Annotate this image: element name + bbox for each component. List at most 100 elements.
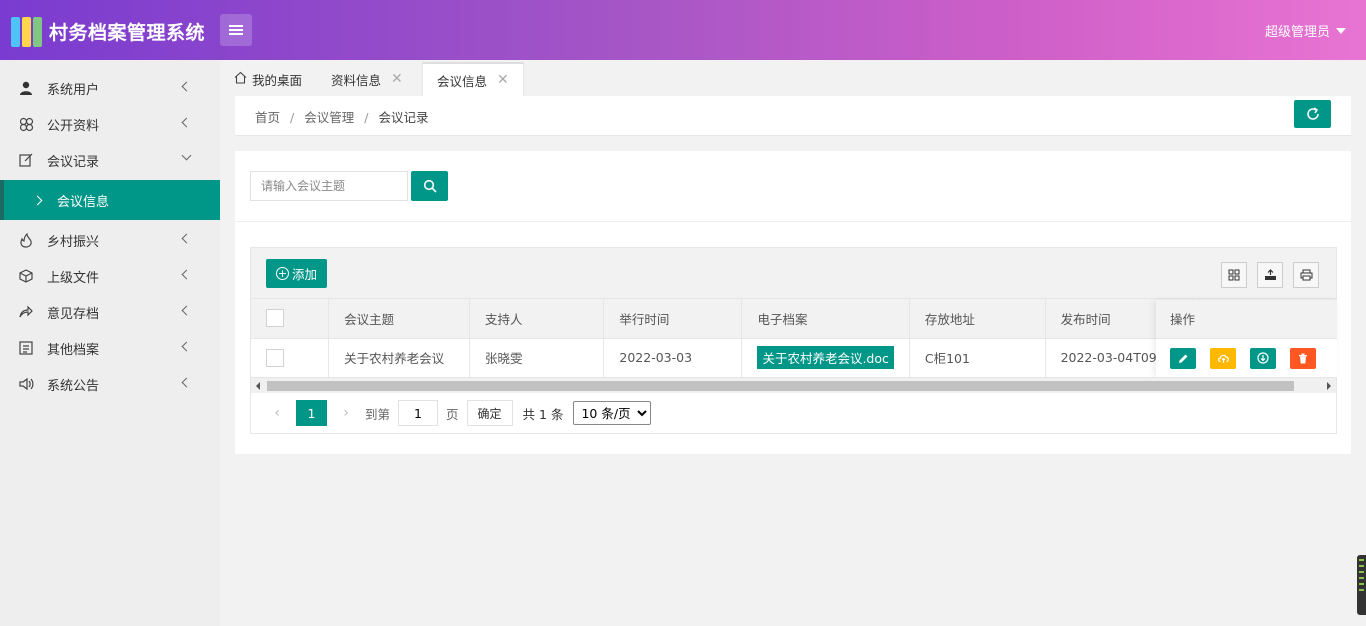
tab-bar: 我的桌面 资料信息 ✕ 会议信息 ✕ xyxy=(220,60,1366,96)
select-all-checkbox[interactable] xyxy=(266,309,284,328)
cell-location: C柜101 xyxy=(909,338,1046,378)
upload-button[interactable] xyxy=(1210,347,1236,369)
chevron-left-icon xyxy=(181,341,192,352)
add-button[interactable]: + 添加 xyxy=(266,259,328,288)
download-icon xyxy=(1257,352,1269,364)
plus-circle-icon: + xyxy=(276,267,289,280)
data-table: + 添加 会议主题 支持人 举行时间 电子档案 存放地址 发布时间 关于农村养老… xyxy=(250,247,1337,434)
sidebar-item-users[interactable]: 系统用户 xyxy=(0,70,220,106)
chevron-left-icon xyxy=(181,269,192,280)
sidebar-item-meeting-records[interactable]: 会议记录 xyxy=(0,142,220,178)
user-name: 超级管理员 xyxy=(1264,25,1330,40)
scroll-left-icon[interactable] xyxy=(256,382,260,390)
sidebar-item-label: 其他档案 xyxy=(47,342,100,358)
breadcrumb: 首页 / 会议管理 / 会议记录 xyxy=(255,110,429,125)
tab-my-desktop[interactable]: 我的桌面 xyxy=(234,62,302,96)
delete-button[interactable] xyxy=(1290,347,1316,369)
chevron-left-icon xyxy=(181,305,192,316)
table-toolbar: + 添加 xyxy=(251,248,1336,299)
tab-materials[interactable]: 资料信息 ✕ xyxy=(331,62,403,96)
sidebar-item-label: 系统公告 xyxy=(47,378,100,394)
sidebar-item-superior-files[interactable]: 上级文件 xyxy=(0,258,220,294)
caret-down-icon xyxy=(1336,27,1346,34)
trash-icon xyxy=(1299,353,1307,363)
chevron-left-icon xyxy=(181,81,192,92)
sidebar-item-label: 意见存档 xyxy=(47,306,100,322)
refresh-button[interactable] xyxy=(1294,100,1331,128)
breadcrumb-home[interactable]: 首页 xyxy=(255,110,280,125)
search-icon xyxy=(423,179,437,193)
search-row xyxy=(250,171,448,201)
edit-button[interactable] xyxy=(1170,347,1196,369)
sidebar-item-label: 系统用户 xyxy=(47,82,100,98)
main-card: + 添加 会议主题 支持人 举行时间 xyxy=(235,151,1351,454)
add-button-label: 添加 xyxy=(292,267,318,282)
sidebar-item-label: 上级文件 xyxy=(47,270,100,286)
operations-column: 操作 xyxy=(1156,300,1337,378)
file-link[interactable]: 关于农村养老会议.doc xyxy=(757,346,894,369)
share-icon xyxy=(18,304,34,320)
sidebar-item-label: 会议信息 xyxy=(57,194,110,210)
list-icon xyxy=(18,340,34,356)
column-header[interactable]: 举行时间 xyxy=(603,299,743,339)
search-input[interactable] xyxy=(250,171,408,201)
chevron-left-icon xyxy=(181,233,192,244)
download-button[interactable] xyxy=(1250,347,1276,369)
cell-date: 2022-03-03 xyxy=(603,338,743,378)
home-icon xyxy=(234,71,247,87)
next-page-icon[interactable]: › xyxy=(335,405,357,421)
edit-icon xyxy=(18,152,34,168)
clover-icon xyxy=(18,116,34,132)
user-menu[interactable]: 超级管理员 xyxy=(1265,21,1346,40)
search-button[interactable] xyxy=(411,171,448,201)
chevron-down-icon xyxy=(181,150,192,161)
menu-toggle-button[interactable] xyxy=(220,14,252,46)
row-checkbox[interactable] xyxy=(266,348,284,367)
total-count: 共 1 条 xyxy=(522,406,564,422)
pencil-icon xyxy=(1178,354,1187,363)
sidebar-item-rural-revival[interactable]: 乡村振兴 xyxy=(0,222,220,258)
breadcrumb-meeting-mgmt[interactable]: 会议管理 xyxy=(304,110,354,125)
columns-filter-button[interactable] xyxy=(1221,262,1247,288)
goto-label: 到第 xyxy=(365,406,391,422)
refresh-icon xyxy=(1306,107,1319,120)
app-title: 村务档案管理系统 xyxy=(49,21,206,44)
print-icon xyxy=(1300,269,1312,281)
sidebar-item-opinions[interactable]: 意见存档 xyxy=(0,294,220,330)
user-icon xyxy=(18,80,34,96)
sidebar-item-public-docs[interactable]: 公开资料 xyxy=(0,106,220,142)
tab-label: 资料信息 xyxy=(331,72,382,88)
horizontal-scrollbar[interactable] xyxy=(251,377,1336,393)
pagination: ‹ 1 › 到第 页 确定 共 1 条 10 条/页 xyxy=(266,400,652,426)
page-label: 页 xyxy=(446,406,459,422)
chevron-right-icon xyxy=(32,195,43,205)
column-header[interactable]: 电子档案 xyxy=(741,299,910,339)
sidebar-item-label: 公开资料 xyxy=(47,118,100,134)
tab-meeting-info[interactable]: 会议信息 ✕ xyxy=(422,62,524,96)
sidebar-item-label: 乡村振兴 xyxy=(47,234,100,250)
goto-confirm-button[interactable]: 确定 xyxy=(466,400,513,426)
goto-page-input[interactable] xyxy=(398,400,439,426)
chevron-left-icon xyxy=(181,377,192,388)
divider xyxy=(235,221,1351,222)
sidebar-item-announcements[interactable]: 系统公告 xyxy=(0,366,220,402)
side-widget[interactable] xyxy=(1357,555,1366,615)
column-header[interactable]: 支持人 xyxy=(469,299,605,339)
column-header[interactable]: 存放地址 xyxy=(909,299,1046,339)
prev-page-icon[interactable]: ‹ xyxy=(266,405,288,421)
close-icon[interactable]: ✕ xyxy=(391,71,403,87)
chevron-left-icon xyxy=(181,117,192,128)
sidebar: 系统用户 公开资料 会议记录 会议信息 乡村振兴 上级文件 意见存档 其他档案 … xyxy=(0,60,220,626)
sidebar-item-other-archives[interactable]: 其他档案 xyxy=(0,330,220,366)
sidebar-item-meeting-info[interactable]: 会议信息 xyxy=(0,180,220,220)
row-actions xyxy=(1156,339,1337,378)
scrollbar-thumb[interactable] xyxy=(267,381,1294,391)
cell-topic: 关于农村养老会议 xyxy=(328,338,470,378)
column-header[interactable]: 会议主题 xyxy=(328,299,470,339)
scroll-right-icon[interactable] xyxy=(1327,382,1331,390)
close-icon[interactable]: ✕ xyxy=(497,72,509,88)
print-button[interactable] xyxy=(1293,262,1319,288)
page-size-select[interactable]: 10 条/页 xyxy=(573,401,652,425)
export-button[interactable] xyxy=(1257,262,1283,288)
current-page[interactable]: 1 xyxy=(296,400,327,426)
